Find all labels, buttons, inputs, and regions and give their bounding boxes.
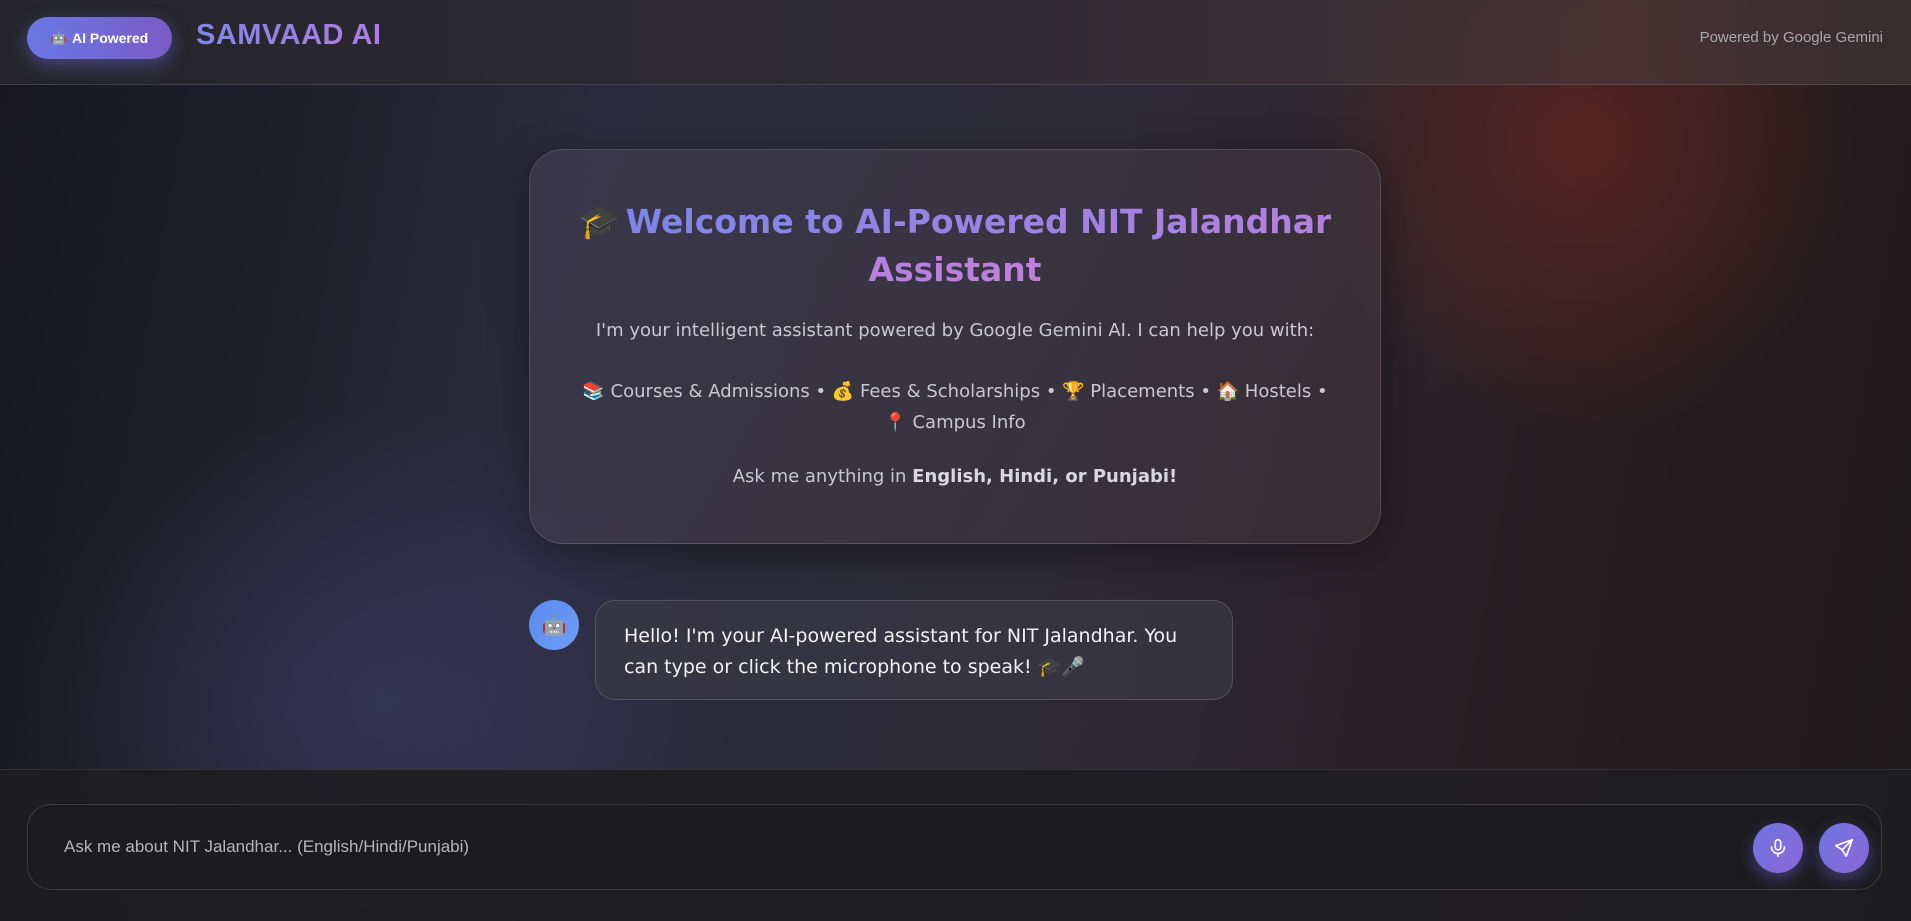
welcome-topics: 📚 Courses & Admissions • 💰 Fees & Schola… bbox=[582, 381, 1328, 433]
send-button[interactable] bbox=[1819, 823, 1869, 873]
chat-input[interactable] bbox=[64, 805, 1764, 889]
ai-powered-badge: 🤖 AI Powered bbox=[27, 17, 172, 59]
badge-label: AI Powered bbox=[71, 30, 149, 46]
welcome-card: 🎓 Welcome to AI-Powered NIT Jalandhar Ass… bbox=[529, 149, 1381, 544]
bot-message-bubble: Hello! I'm your AI-powered assistant for… bbox=[595, 600, 1233, 700]
welcome-title-text: Welcome to AI-Powered NIT Jalandhar Assi… bbox=[625, 202, 1332, 289]
powered-by-text: Powered by Google Gemini bbox=[1699, 29, 1883, 46]
microphone-icon bbox=[1770, 838, 1786, 858]
robot-icon: 🤖 bbox=[541, 613, 567, 637]
welcome-intro: I'm your intelligent assistant powered b… bbox=[595, 320, 1315, 341]
composer-box bbox=[27, 804, 1882, 890]
robot-icon: 🤖 bbox=[50, 30, 67, 45]
welcome-language-note: Ask me anything in English, Hindi, or Pu… bbox=[560, 466, 1350, 487]
brand-title: SAMVAAD AI bbox=[196, 19, 382, 51]
language-note-prefix: Ask me anything in bbox=[732, 466, 913, 487]
send-icon bbox=[1834, 838, 1854, 858]
bot-avatar: 🤖 bbox=[529, 600, 579, 650]
graduation-cap-icon: 🎓 bbox=[578, 202, 620, 241]
composer-area bbox=[0, 769, 1911, 921]
welcome-title: 🎓 Welcome to AI-Powered NIT Jalandhar Ass… bbox=[570, 198, 1340, 294]
language-list: English, Hindi, or Punjabi! bbox=[912, 466, 1178, 487]
microphone-button[interactable] bbox=[1753, 823, 1803, 873]
top-bar: 🤖 AI Powered SAMVAAD AI Powered by Googl… bbox=[0, 0, 1911, 85]
